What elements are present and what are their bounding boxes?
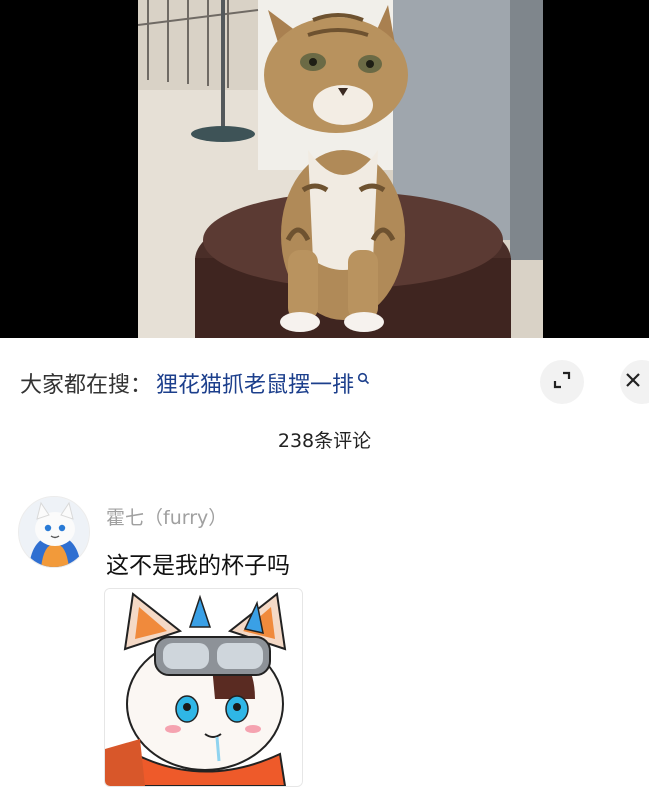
comment-count: 238条评论 — [277, 430, 372, 452]
avatar[interactable] — [18, 496, 90, 568]
search-term-link[interactable]: 狸花猫抓老鼠摆一排 — [156, 367, 354, 399]
comment-text: 这不是我的杯子吗 — [106, 553, 290, 579]
video-player[interactable] — [0, 0, 649, 338]
comment-username[interactable]: 霍七（furry） — [106, 503, 227, 530]
comment-panel: 大家都在搜： 狸花猫抓老鼠摆一排 238条评论 霍七（furry） 这不是我的杯… — [0, 338, 649, 800]
search-prefix-label: 大家都在搜： — [20, 373, 153, 398]
close-icon — [624, 371, 642, 393]
video-frame — [138, 0, 543, 338]
expand-icon — [552, 370, 572, 394]
close-button[interactable] — [620, 360, 649, 404]
trending-search-bar[interactable]: 大家都在搜： 狸花猫抓老鼠摆一排 — [20, 366, 370, 400]
comment-sticker-image[interactable] — [104, 588, 303, 787]
expand-button[interactable] — [540, 360, 584, 404]
search-icon — [357, 370, 370, 389]
